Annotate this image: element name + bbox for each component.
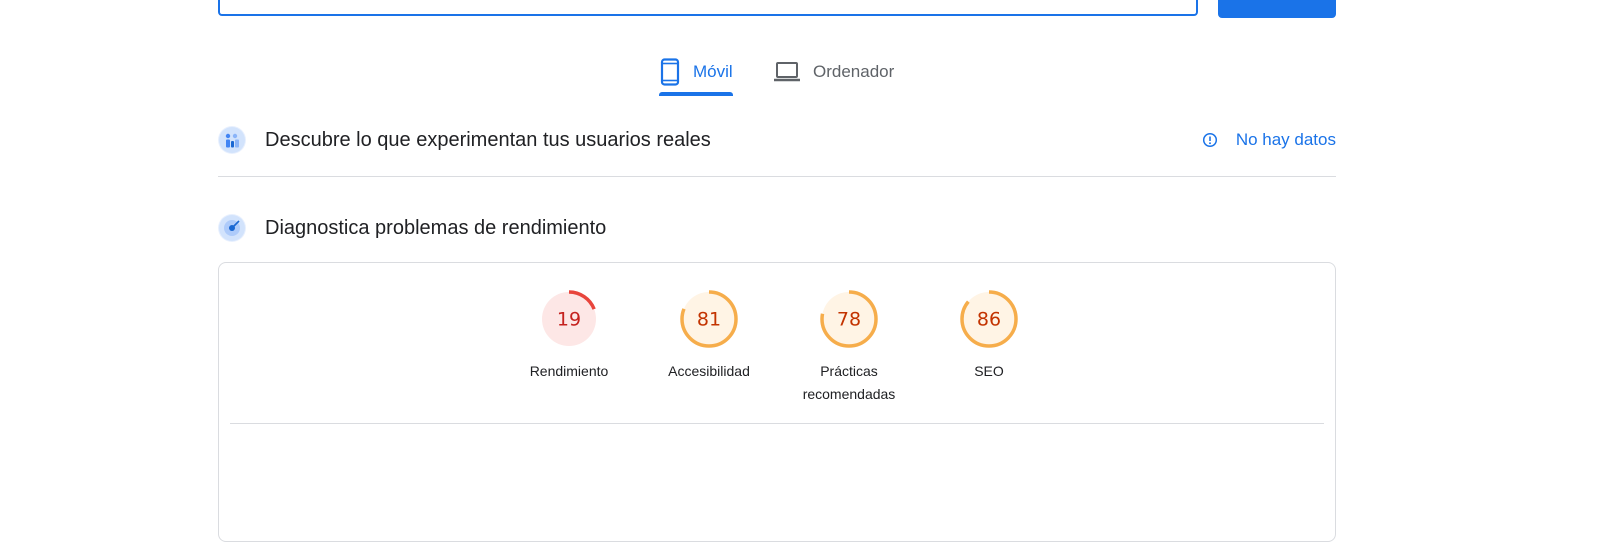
scores-card: 19 Rendimiento 81 Accesibilidad 78 Práct…	[218, 262, 1336, 542]
score-value: 86	[977, 309, 1001, 331]
score-value: 81	[697, 309, 721, 331]
laptop-icon	[774, 62, 800, 82]
no-data-status[interactable]: No hay datos	[1202, 130, 1336, 150]
lab-data-section: Diagnostica problemas de rendimiento	[218, 206, 1336, 250]
score-performance[interactable]: 19 Rendimiento	[514, 290, 624, 383]
active-tab-indicator	[659, 92, 733, 96]
tab-desktop[interactable]: Ordenador	[773, 50, 894, 94]
tab-mobile-label: Móvil	[693, 62, 733, 81]
score-label: SEO	[974, 363, 1004, 379]
card-divider	[230, 423, 1324, 424]
section-divider	[218, 176, 1336, 177]
score-best-practices[interactable]: 78 Prácticas recomendadas	[794, 290, 904, 406]
lab-data-icon	[218, 214, 246, 242]
score-gauge-seo: 86	[960, 290, 1018, 348]
field-data-icon	[218, 126, 246, 154]
field-data-title: Descubre lo que experimentan tus usuario…	[265, 128, 711, 151]
score-accessibility[interactable]: 81 Accesibilidad	[654, 290, 764, 383]
score-value: 19	[557, 309, 581, 331]
score-gauge-accessibility: 81	[680, 290, 738, 348]
field-data-section: Descubre lo que experimentan tus usuario…	[218, 118, 1336, 162]
score-label: Accesibilidad	[668, 363, 750, 379]
score-gauge-best-practices: 78	[820, 290, 878, 348]
url-input[interactable]	[218, 0, 1198, 16]
tab-mobile[interactable]: Móvil	[659, 50, 733, 94]
smartphone-icon	[660, 58, 680, 86]
score-value: 78	[837, 309, 861, 331]
score-label: Rendimiento	[529, 363, 609, 379]
no-data-label: No hay datos	[1235, 130, 1336, 149]
score-seo[interactable]: 86 SEO	[934, 290, 1044, 383]
score-label: Prácticas recomendadas	[802, 363, 896, 402]
tab-desktop-label: Ordenador	[813, 62, 895, 81]
info-icon	[1202, 132, 1217, 148]
score-gauge-performance: 19	[540, 290, 598, 348]
analyze-button[interactable]	[1218, 0, 1336, 18]
lab-data-title: Diagnostica problemas de rendimiento	[265, 216, 607, 239]
